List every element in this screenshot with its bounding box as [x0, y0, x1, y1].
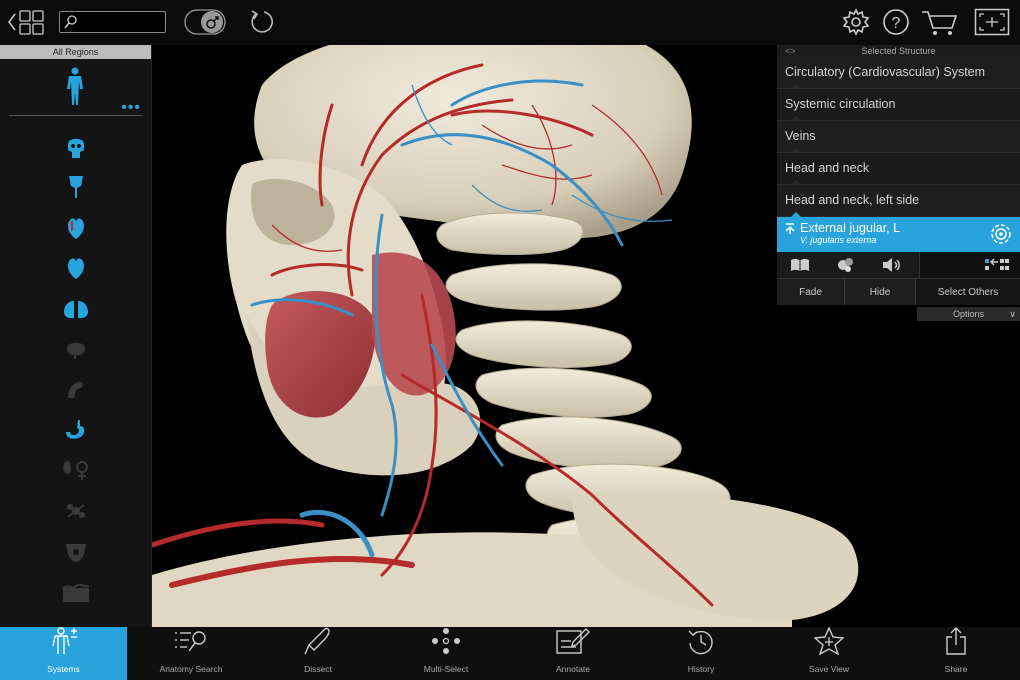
breadcrumb-level-1[interactable]: Circulatory (Cardiovascular) System — [777, 57, 1020, 89]
tab-share[interactable]: Share — [935, 627, 977, 680]
collapse-panel-icon[interactable]: <> — [785, 45, 796, 57]
reproductive-icon — [61, 458, 91, 489]
systems-list — [0, 129, 152, 615]
system-ligaments[interactable] — [0, 170, 152, 211]
heart-icon — [65, 255, 87, 286]
tab-save-view[interactable]: Save View — [800, 627, 858, 680]
breadcrumb-label: Circulatory (Cardiovascular) System — [785, 65, 985, 79]
tab-label: Save View — [809, 664, 849, 674]
search-field[interactable] — [59, 11, 166, 33]
bottom-toolbar: Systems Anatomy Search Dissect Multi-Sel… — [0, 627, 1020, 680]
system-nervous[interactable] — [0, 332, 152, 373]
brain-icon — [64, 338, 88, 365]
definition-book-icon[interactable] — [777, 252, 823, 278]
system-lymphatic[interactable] — [0, 494, 152, 535]
systems-sidebar: All Regions ••• — [0, 45, 152, 627]
lymph-icon — [64, 499, 88, 528]
system-muscular[interactable] — [0, 210, 152, 251]
system-reproductive[interactable] — [0, 453, 152, 494]
tab-label: Multi-Select — [424, 664, 468, 674]
skin-icon — [61, 580, 91, 609]
muscle-heart-icon — [65, 215, 87, 246]
skeleton-skull-icon — [65, 134, 87, 165]
breadcrumb-level-3[interactable]: Veins — [777, 121, 1020, 153]
search-input[interactable] — [82, 14, 162, 30]
more-regions-icon[interactable]: ••• — [121, 103, 141, 113]
help-icon[interactable]: ? — [881, 6, 911, 38]
selected-structure-name: External jugular, L — [800, 217, 1020, 235]
region-figure[interactable]: ••• — [0, 59, 151, 115]
isolate-target-icon[interactable] — [990, 223, 1012, 250]
systems-icon — [49, 627, 79, 660]
select-others-mode-icon[interactable] — [919, 252, 1020, 278]
pelvis-icon — [63, 540, 89, 569]
system-cardiovascular[interactable] — [0, 251, 152, 292]
system-digestive[interactable] — [0, 413, 152, 454]
tab-annotate[interactable]: Annotate — [545, 627, 601, 680]
tab-label: Annotate — [556, 664, 590, 674]
region-selector[interactable]: All Regions — [0, 45, 151, 59]
fade-button[interactable]: Fade — [777, 279, 845, 305]
tab-dissect[interactable]: Dissect — [290, 627, 346, 680]
go-up-icon[interactable] — [785, 223, 795, 238]
tab-label: History — [688, 664, 714, 674]
multi-select-icon — [431, 627, 461, 660]
chevron-down-icon: ∨ — [1009, 307, 1016, 321]
breadcrumb-level-4[interactable]: Head and neck — [777, 153, 1020, 185]
hide-button[interactable]: Hide — [845, 279, 916, 305]
selected-structure-row[interactable]: External jugular, L V. jugularis externa — [777, 217, 1020, 252]
system-integumentary[interactable] — [0, 575, 152, 616]
structure-tools-row — [777, 252, 1020, 279]
annotate-icon — [556, 627, 590, 660]
share-icon — [944, 627, 968, 660]
breadcrumb-label: Veins — [785, 129, 816, 143]
history-icon — [687, 627, 715, 660]
breadcrumb-label: Head and neck, left side — [785, 193, 919, 207]
tab-systems[interactable]: Systems — [0, 627, 127, 680]
anatomy-search-icon — [173, 629, 209, 660]
system-respiratory[interactable] — [0, 291, 152, 332]
panel-title: Selected Structure — [861, 46, 935, 56]
reset-rotate-icon[interactable] — [247, 6, 277, 38]
system-skeletal[interactable] — [0, 129, 152, 170]
fullscreen-icon[interactable] — [974, 6, 1010, 38]
tab-history[interactable]: History — [675, 627, 727, 680]
tab-label: Share — [945, 664, 968, 674]
tab-multi-select[interactable]: Multi-Select — [412, 627, 480, 680]
settings-icon[interactable] — [841, 6, 871, 38]
cart-icon[interactable] — [920, 6, 960, 38]
top-toolbar: ? — [0, 0, 1020, 45]
breadcrumb-level-5[interactable]: Head and neck, left side — [777, 185, 1020, 217]
lungs-icon — [63, 298, 89, 325]
breadcrumb-label: Systemic circulation — [785, 97, 895, 111]
selected-notch — [791, 212, 801, 217]
ligament-icon — [65, 174, 87, 205]
related-structures-icon[interactable] — [823, 252, 869, 278]
panel-header: <> Selected Structure — [777, 45, 1020, 57]
save-view-star-icon — [814, 627, 844, 660]
system-muscle-arm[interactable] — [0, 372, 152, 413]
full-body-figure-icon[interactable] — [66, 67, 84, 112]
tab-label: Systems — [47, 664, 80, 674]
structure-actions-row: Fade Hide Select Others — [777, 279, 1020, 305]
options-label: Options — [953, 309, 984, 319]
stomach-icon — [64, 418, 88, 447]
back-grid-icon[interactable] — [6, 6, 48, 38]
pronunciation-audio-icon[interactable] — [869, 252, 915, 278]
svg-text:?: ? — [892, 15, 901, 32]
select-others-button[interactable]: Select Others — [916, 279, 1020, 305]
tab-anatomy-search[interactable]: Anatomy Search — [150, 627, 232, 680]
search-icon — [64, 14, 78, 35]
breadcrumb-level-2[interactable]: Systemic circulation — [777, 89, 1020, 121]
options-dropdown[interactable]: Options ∨ — [917, 307, 1020, 321]
selected-structure-latin: V. jugularis externa — [800, 235, 1020, 246]
tab-label: Dissect — [304, 664, 332, 674]
gender-toggle-icon[interactable] — [184, 6, 226, 38]
tab-label: Anatomy Search — [160, 664, 223, 674]
selected-structure-panel: <> Selected Structure Circulatory (Cardi… — [777, 45, 1020, 305]
breadcrumb-label: Head and neck — [785, 161, 869, 175]
system-skeletal-pelvis[interactable] — [0, 534, 152, 575]
arm-muscle-icon — [64, 378, 88, 407]
scalpel-icon — [304, 627, 332, 660]
